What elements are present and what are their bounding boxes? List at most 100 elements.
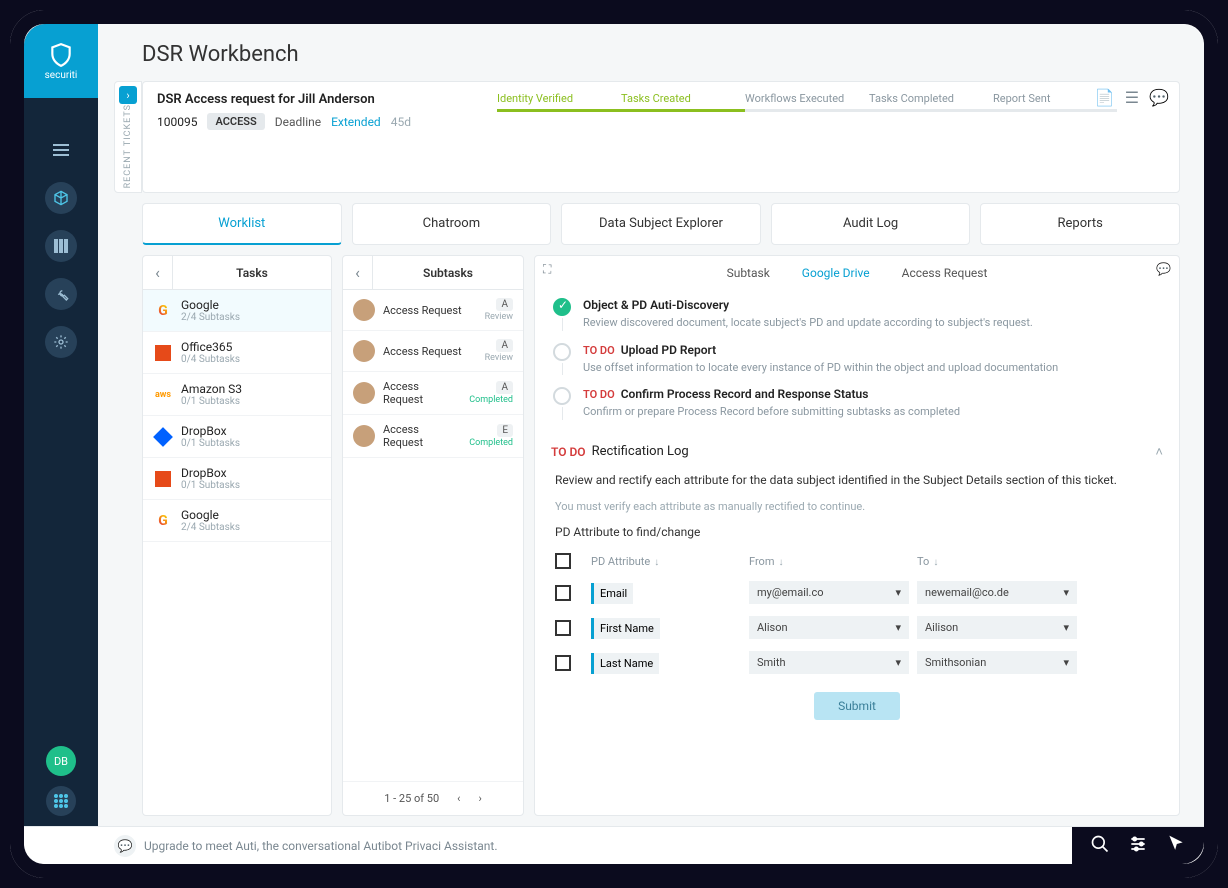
task-item[interactable]: GGoogle2/4 Subtasks [143,500,331,542]
subtask-item[interactable]: Access RequestECompleted [343,415,523,458]
subtask-item[interactable]: Access RequestAReview [343,331,523,372]
tasks-title: Tasks [173,266,331,280]
pager-prev-icon[interactable]: ‹ [457,792,460,805]
subtask-item[interactable]: Access RequestAReview [343,290,523,331]
avatar[interactable]: DB [46,746,76,776]
access-badge: ACCESS [207,113,264,130]
ticket-card: DSR Access request for Jill Anderson 100… [142,81,1180,193]
tasks-back-icon[interactable]: ‹ [143,256,173,289]
circle-icon [553,387,571,405]
task-item[interactable]: awsAmazon S30/1 Subtasks [143,374,331,416]
step-tasks-completed: Tasks Completed [869,92,993,112]
todo-badge: TO DO [583,388,615,401]
attr-label: First Name [591,618,660,639]
todo-badge: TO DO [583,344,615,357]
list-icon[interactable]: ☰ [1125,88,1139,107]
nav-gear[interactable] [45,326,77,358]
tab-reports[interactable]: Reports [980,203,1180,245]
subtasks-panel: ‹ Subtasks Access RequestAReview Access … [342,255,524,816]
sliders-icon[interactable] [1128,834,1148,858]
fullscreen-icon[interactable]: ⛶ [543,262,551,277]
tab-worklist[interactable]: Worklist [142,203,342,245]
shield-icon [48,42,74,68]
chevron-down-icon: ▾ [1063,621,1069,634]
task-item[interactable]: DropBox0/1 Subtasks [143,458,331,500]
crumb-access-request: Access Request [902,266,988,280]
search-icon[interactable] [1090,834,1110,858]
chevron-down-icon: ▾ [895,621,901,634]
from-select[interactable]: my@email.co▾ [749,581,909,604]
pager: 1 - 25 of 50 ‹ › [343,781,523,815]
tasks-panel: ‹ Tasks GGoogle2/4 Subtasks Office3650/4… [142,255,332,816]
user-avatar-icon [353,425,375,447]
step-title: Object & PD Auti-Discovery [583,298,1163,312]
google-icon: G [153,511,173,531]
recent-tickets-strip[interactable]: › RECENT TICKETS [114,81,142,193]
crumb-google-drive[interactable]: Google Drive [802,266,870,280]
ticket-stepper: Identity Verified Tasks Created Workflow… [497,92,1117,112]
step-workflows-executed: Workflows Executed [745,92,869,112]
nav-wrench[interactable] [45,278,77,310]
task-item[interactable]: DropBox0/1 Subtasks [143,416,331,458]
subtasks-back-icon[interactable]: ‹ [343,256,373,289]
attr-row: First Name Alison▾ Ailison▾ [555,610,1159,645]
comment-icon[interactable]: 💬 [1156,262,1171,276]
task-item[interactable]: GGoogle2/4 Subtasks [143,290,331,332]
ticket-id: 100095 [157,115,197,129]
checkbox[interactable] [555,655,571,671]
to-select[interactable]: newemail@co.de▾ [917,581,1077,604]
tab-chatroom[interactable]: Chatroom [352,203,552,245]
bottom-bar: 💬 Upgrade to meet Auti, the conversation… [24,826,1204,864]
deadline-label: Deadline [275,115,321,129]
sort-icon: ↓ [778,557,783,568]
chevron-down-icon: ▾ [1063,656,1069,669]
page-icon[interactable]: 📄 [1095,88,1115,107]
checkbox[interactable] [555,585,571,601]
deadline-state: Extended [331,115,381,129]
step-desc: Use offset information to locate every i… [583,360,1163,375]
tab-data-subject-explorer[interactable]: Data Subject Explorer [561,203,761,245]
subtask-item[interactable]: Access RequestACompleted [343,372,523,415]
user-avatar-icon [353,340,375,362]
crumb-subtask: Subtask [727,266,770,280]
pager-text: 1 - 25 of 50 [384,792,439,805]
from-select[interactable]: Alison▾ [749,616,909,639]
tab-audit-log[interactable]: Audit Log [771,203,971,245]
col-attr[interactable]: PD Attribute↓ [591,555,741,568]
menu-icon[interactable] [45,134,77,166]
col-to[interactable]: To↓ [917,555,1077,568]
chevron-down-icon: ▾ [1063,586,1069,599]
aws-icon: aws [153,385,173,405]
checkbox[interactable] [555,620,571,636]
apps-icon[interactable] [46,786,76,816]
to-select[interactable]: Smithsonian▾ [917,651,1077,674]
checkbox-all[interactable] [555,553,571,569]
sort-icon: ↓ [933,557,938,568]
subtasks-title: Subtasks [373,266,523,280]
office-icon [153,343,173,363]
rectification-header[interactable]: TO DO Rectification Log ˄ [549,434,1165,468]
from-select[interactable]: Smith▾ [749,651,909,674]
comment-icon[interactable]: 💬 [1149,88,1169,107]
brand-logo[interactable]: securiti [24,24,98,98]
col-from[interactable]: From↓ [749,555,909,568]
submit-button[interactable]: Submit [814,692,900,720]
rect-subhead: PD Attribute to find/change [549,525,1165,547]
chevron-up-icon: ˄ [1155,444,1163,460]
ticket-title: DSR Access request for Jill Anderson [157,92,411,107]
attr-row: Email my@email.co▾ newemail@co.de▾ [555,575,1159,610]
to-select[interactable]: Ailison▾ [917,616,1077,639]
user-avatar-icon [353,299,375,321]
nav-columns[interactable] [45,230,77,262]
rect-hint: You must verify each attribute as manual… [549,492,1165,525]
expand-recent-icon[interactable]: › [119,86,137,104]
check-icon [553,298,571,316]
bot-icon: 💬 [114,835,136,857]
nav-cube[interactable] [45,182,77,214]
rectification-title: Rectification Log [592,444,689,459]
pager-next-icon[interactable]: › [478,792,481,805]
todo-badge: TO DO [551,445,586,459]
cursor-icon[interactable] [1166,834,1186,858]
chevron-down-icon: ▾ [895,586,901,599]
task-item[interactable]: Office3650/4 Subtasks [143,332,331,374]
